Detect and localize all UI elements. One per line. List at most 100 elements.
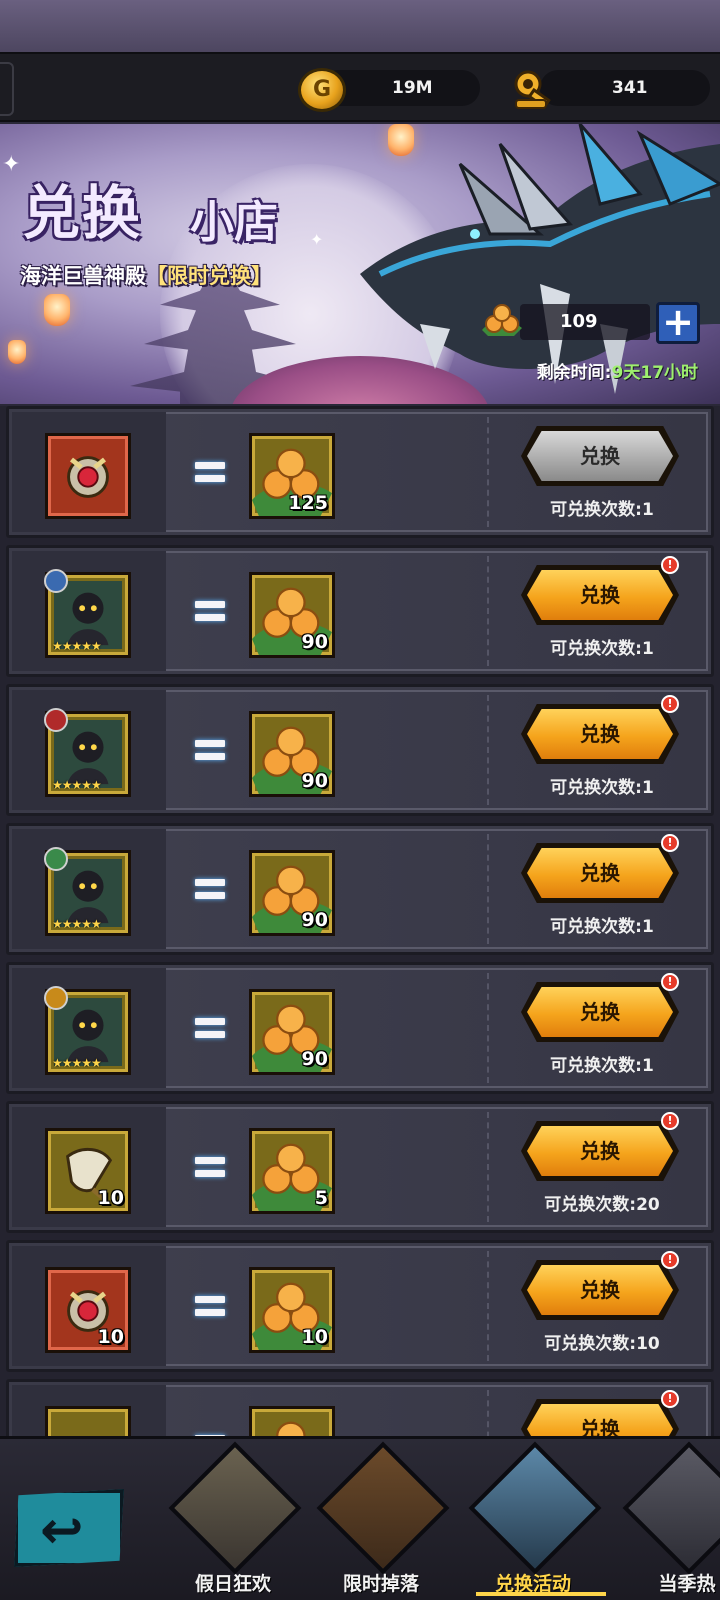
- reward-item[interactable]: [45, 433, 131, 519]
- cost-item[interactable]: 90: [249, 711, 335, 797]
- currency-bar: 19M 341: [0, 52, 720, 122]
- tab-label: 限时掉落: [342, 1573, 419, 1595]
- sea-beast-tab-icon: [468, 1441, 602, 1575]
- sparkle-icon: ✦: [2, 152, 21, 177]
- cost-item[interactable]: 90: [249, 572, 335, 658]
- subtitle-name: 海洋巨兽神殿: [20, 264, 146, 288]
- exchange-list[interactable]: 125 兑换 可兑换次数:1 ★★★★★ 90 兑换 ! 可兑换次数:1 ★★★…: [0, 406, 720, 1436]
- reward-item-icon: [54, 442, 122, 510]
- exchange-row: ★★★★★ 90 兑换 ! 可兑换次数:1: [6, 962, 714, 1094]
- equals-icon: [195, 876, 225, 902]
- cost-item[interactable]: 125: [249, 433, 335, 519]
- tab-exchange-event[interactable]: 兑换活动: [458, 1441, 608, 1600]
- exchange-button[interactable]: 兑换: [527, 570, 673, 620]
- key-currency: 341: [540, 70, 710, 106]
- tab-season-hot[interactable]: 当季热: [612, 1441, 720, 1600]
- key-icon: [514, 70, 551, 109]
- mooncake-cost-icon: [252, 1409, 332, 1436]
- back-button[interactable]: ↩: [14, 1489, 124, 1567]
- reward-item[interactable]: 10: [45, 1128, 131, 1214]
- cost-quantity: 90: [301, 909, 328, 931]
- reward-item[interactable]: [45, 1406, 131, 1436]
- exchange-limit: 可兑换次数:1: [550, 917, 654, 937]
- add-token-button[interactable]: +: [656, 302, 700, 344]
- exchange-limit: 可兑换次数:1: [550, 778, 654, 798]
- alert-badge-icon: !: [661, 834, 679, 852]
- remaining-time-label: 剩余时间:: [536, 363, 612, 383]
- element-badge-icon: [44, 708, 68, 732]
- exchange-button[interactable]: 兑换: [527, 431, 673, 481]
- gold-value: 19M: [392, 78, 433, 98]
- alert-badge-icon: !: [661, 1251, 679, 1269]
- lantern-icon: [44, 294, 70, 326]
- sparkle-icon: ✦: [310, 230, 324, 249]
- top-blurred-strip: [0, 0, 720, 52]
- back-arrow-icon: ↩: [40, 1501, 84, 1561]
- bottom-nav: ↩ 假日狂欢 限时掉落 兑换活动 当季热: [0, 1436, 720, 1600]
- key-value: 341: [612, 78, 648, 98]
- exchange-row: 兑换 !: [6, 1379, 714, 1436]
- cost-quantity: 125: [288, 492, 328, 514]
- element-badge-icon: [44, 986, 68, 1010]
- tab-limited-drop[interactable]: 限时掉落: [306, 1441, 456, 1600]
- alert-badge-icon: !: [661, 695, 679, 713]
- exchange-button[interactable]: 兑换: [527, 1265, 673, 1315]
- tab-label: 当季热: [658, 1573, 716, 1595]
- exchange-button[interactable]: 兑换: [527, 987, 673, 1037]
- reward-item[interactable]: ★★★★★: [44, 847, 131, 936]
- lantern-icon: [8, 340, 26, 364]
- equals-icon: [195, 459, 225, 485]
- exchange-limit: 可兑换次数:20: [544, 1195, 660, 1215]
- shop-title: 兑换: [22, 179, 143, 247]
- shop-banner: 兑换 小店 ✦ ✦ 海洋巨兽神殿【限时兑换】 109 + 剩余时间:9天17小时: [0, 124, 720, 404]
- cost-item[interactable]: 5: [249, 1128, 335, 1214]
- side-tab-edge[interactable]: [0, 62, 14, 116]
- exchange-row: ★★★★★ 90 兑换 ! 可兑换次数:1: [6, 684, 714, 816]
- cost-quantity: 90: [301, 770, 328, 792]
- reward-quantity: 10: [97, 1187, 124, 1209]
- exchange-row: 10 5 兑换 ! 可兑换次数:20: [6, 1101, 714, 1233]
- exchange-button[interactable]: 兑换: [527, 1126, 673, 1176]
- reward-item[interactable]: ★★★★★: [44, 986, 131, 1075]
- rarity-stars: ★★★★★: [52, 917, 102, 931]
- season-hero-icon: [622, 1441, 720, 1575]
- reward-item[interactable]: 10: [45, 1267, 131, 1353]
- cost-item[interactable]: 90: [249, 989, 335, 1075]
- rarity-stars: ★★★★★: [52, 1056, 102, 1070]
- alert-badge-icon: !: [661, 1390, 679, 1408]
- subtitle-tag: 【限时兑换】: [146, 264, 272, 288]
- equals-icon: [195, 1015, 225, 1041]
- element-badge-icon: [44, 569, 68, 593]
- cost-item[interactable]: [249, 1406, 335, 1436]
- exchange-button[interactable]: 兑换: [527, 1404, 673, 1436]
- tab-holiday-carnival[interactable]: 假日狂欢: [158, 1441, 308, 1600]
- exchange-limit: 可兑换次数:1: [550, 1056, 654, 1076]
- exchange-button[interactable]: 兑换: [527, 848, 673, 898]
- exchange-row: 125 兑换 可兑换次数:1: [6, 406, 714, 538]
- alert-badge-icon: !: [661, 1112, 679, 1130]
- element-badge-icon: [44, 847, 68, 871]
- rarity-stars: ★★★★★: [52, 639, 102, 653]
- cost-item[interactable]: 90: [249, 850, 335, 936]
- mooncake-token-icon: [482, 304, 522, 336]
- equals-icon: [195, 1293, 225, 1319]
- exchange-limit: 可兑换次数:10: [544, 1334, 660, 1354]
- cost-quantity: 90: [301, 631, 328, 653]
- equals-icon: [195, 598, 225, 624]
- exchange-row: ★★★★★ 90 兑换 ! 可兑换次数:1: [6, 823, 714, 955]
- equals-icon: [195, 737, 225, 763]
- reward-item[interactable]: ★★★★★: [44, 708, 131, 797]
- exchange-limit: 可兑换次数:1: [550, 639, 654, 659]
- exchange-row: ★★★★★ 90 兑换 ! 可兑换次数:1: [6, 545, 714, 677]
- treasure-chest-icon: [316, 1441, 450, 1575]
- active-tab-indicator: [476, 1592, 606, 1596]
- cost-item[interactable]: 10: [249, 1267, 335, 1353]
- cost-quantity: 10: [301, 1326, 328, 1348]
- reward-item[interactable]: ★★★★★: [44, 569, 131, 658]
- exchange-row: 10 10 兑换 ! 可兑换次数:10: [6, 1240, 714, 1372]
- cost-quantity: 5: [314, 1187, 328, 1209]
- event-subtitle: 海洋巨兽神殿【限时兑换】: [20, 260, 272, 290]
- exchange-button[interactable]: 兑换: [527, 709, 673, 759]
- row-divider: [487, 1390, 489, 1436]
- gold-coin-icon: G: [298, 68, 346, 112]
